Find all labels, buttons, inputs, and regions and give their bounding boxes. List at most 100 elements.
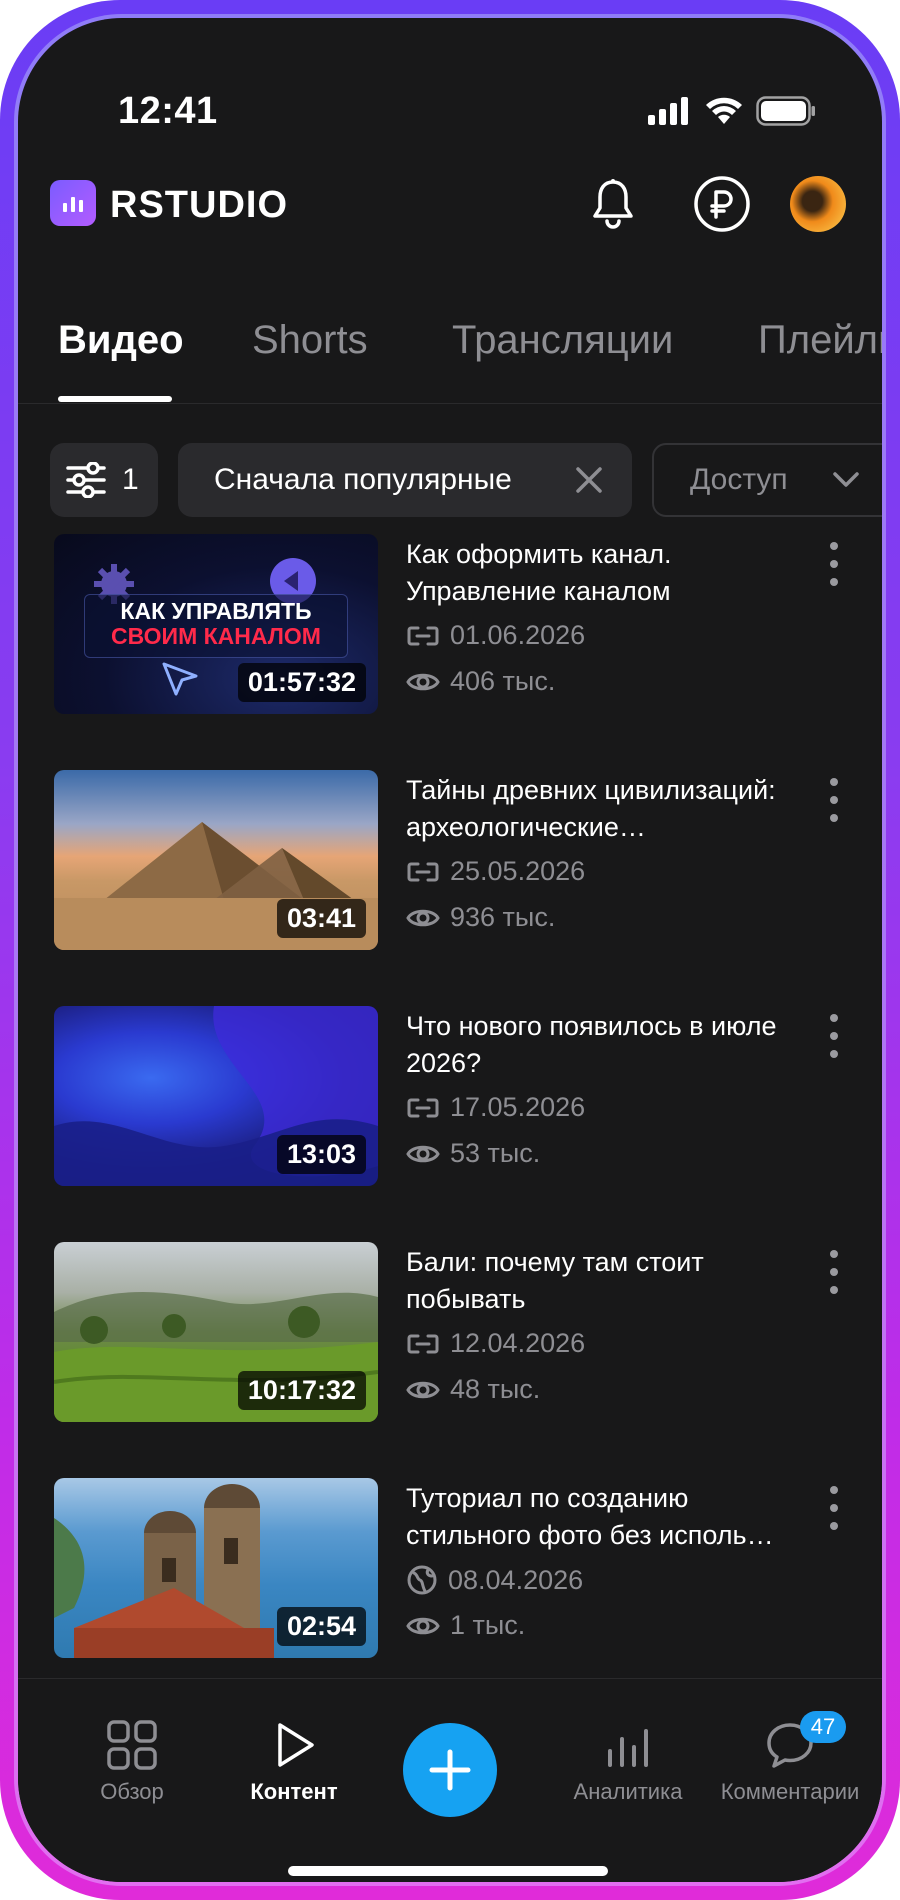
video-title[interactable]: Что нового появилось в июле 2026? [406,1008,786,1082]
eye-icon [406,1617,440,1634]
date-text: 08.04.2026 [448,1564,584,1595]
video-duration: 03:41 [276,899,366,938]
views-text: 48 тыс. [450,1374,541,1404]
link-icon [407,1098,439,1117]
cellular-signal-icon [648,97,688,125]
video-date: 17.05.2026 [406,1092,585,1123]
video-thumbnail[interactable]: 02:54 [54,1478,378,1658]
video-item[interactable]: 13:03 Что нового появилось в июле 2026? … [54,1006,882,1186]
monetization-button[interactable] [692,174,752,234]
access-dropdown[interactable]: Доступ [652,443,882,517]
tab-streams[interactable]: Трансляции [452,318,673,363]
video-title[interactable]: Туториал по созданию стильного фото без … [406,1480,786,1554]
video-views: 1 тыс. [406,1610,525,1641]
tab-playlists[interactable]: Плейлисты [758,318,882,363]
video-date: 25.05.2026 [406,856,585,887]
nav-overview-label: Обзор [100,1779,164,1804]
video-duration: 10:17:32 [237,1371,366,1410]
nav-comments[interactable]: 47 Комментарии [700,1711,880,1805]
video-thumbnail[interactable]: КАК УПРАВЛЯТЬ СВОИМ КАНАЛОМ 01:57:32 [54,534,378,714]
video-duration: 01:57:32 [237,663,366,702]
thumbnail-headline-1: КАК УПРАВЛЯТЬ [120,598,312,624]
profile-avatar[interactable] [790,176,846,232]
chevron-down-icon [833,472,859,487]
video-thumbnail[interactable]: 10:17:32 [54,1242,378,1422]
nav-analytics[interactable]: Аналитика [538,1719,718,1805]
filter-sliders-icon [66,462,106,498]
video-duration: 13:03 [276,1135,366,1174]
tab-shorts[interactable]: Shorts [252,318,368,363]
eye-icon [406,1145,440,1162]
video-date: 08.04.2026 [406,1564,583,1596]
device-bezel: 12:41 RSTUDIO Видео Shorts Трансляции Пл… [14,14,886,1886]
video-thumbnail[interactable]: 03:41 [54,770,378,950]
video-item[interactable]: КАК УПРАВЛЯТЬ СВОИМ КАНАЛОМ 01:57:32 Как… [54,534,882,714]
logo-icon [50,180,96,226]
app-screen: 12:41 RSTUDIO Видео Shorts Трансляции Пл… [18,18,882,1882]
date-text: 17.05.2026 [450,1092,586,1122]
video-views: 48 тыс. [406,1374,540,1405]
date-text: 25.05.2026 [450,856,586,886]
more-options-icon[interactable] [822,1014,846,1058]
active-tab-indicator [58,396,172,402]
notifications-button[interactable] [583,174,643,234]
more-options-icon[interactable] [822,1486,846,1530]
link-icon [407,626,439,645]
filters-button[interactable]: 1 [50,443,158,517]
video-title[interactable]: Тайны древних цивилизаций: археологическ… [406,772,786,846]
play-icon [278,1723,314,1767]
more-options-icon[interactable] [822,542,846,586]
eye-icon [406,673,440,690]
plus-icon [429,1749,471,1791]
thumbnail-headline-2: СВОИМ КАНАЛОМ [111,623,321,649]
bar-chart-icon [608,1729,648,1767]
eye-icon [406,909,440,926]
video-item[interactable]: 02:54 Туториал по созданию стильного фот… [54,1478,882,1658]
video-item[interactable]: 10:17:32 Бали: почему там стоит побывать… [54,1242,882,1422]
battery-icon [756,96,815,126]
date-text: 01.06.2026 [450,620,586,650]
ruble-icon [694,176,750,232]
more-options-icon[interactable] [822,1250,846,1294]
status-icons [648,96,816,126]
home-indicator [288,1866,608,1876]
status-bar: 12:41 [18,18,882,188]
video-date: 12.04.2026 [406,1328,585,1359]
bell-icon [593,179,633,229]
app-logo: RSTUDIO [110,184,288,226]
device-frame: 12:41 RSTUDIO Видео Shorts Трансляции Пл… [0,0,900,1900]
create-button[interactable] [403,1723,497,1817]
access-label: Доступ [690,463,788,496]
nav-content-label: Контент [250,1779,338,1804]
grid-icon [107,1720,157,1770]
content-tabs: Видео Shorts Трансляции Плейлисты [18,318,882,404]
video-title[interactable]: Бали: почему там стоит побывать [406,1244,786,1318]
sort-label: Сначала популярные [214,463,512,496]
views-text: 53 тыс. [450,1138,541,1168]
cursor-icon [162,662,198,696]
nav-analytics-label: Аналитика [573,1779,683,1804]
nav-content[interactable]: Контент [204,1719,384,1805]
views-text: 936 тыс. [450,902,556,932]
status-time: 12:41 [118,90,218,132]
video-thumbnail[interactable]: 13:03 [54,1006,378,1186]
video-date: 01.06.2026 [406,620,585,651]
bottom-navigation: Обзор Контент Аналитика 47 Комментарии [18,1678,882,1882]
date-text: 12.04.2026 [450,1328,586,1358]
video-views: 936 тыс. [406,902,555,933]
views-text: 1 тыс. [450,1610,526,1640]
nav-comments-label: Комментарии [720,1779,860,1804]
nav-overview[interactable]: Обзор [42,1719,222,1805]
comments-badge: 47 [800,1711,846,1743]
more-options-icon[interactable] [822,778,846,822]
wifi-icon [706,97,742,124]
tab-videos[interactable]: Видео [58,318,184,363]
close-icon[interactable] [574,465,604,495]
video-duration: 02:54 [276,1607,366,1646]
video-views: 406 тыс. [406,666,555,697]
video-title[interactable]: Как оформить канал. Управление каналом [406,536,786,610]
video-item[interactable]: 03:41 Тайны древних цивилизаций: археоло… [54,770,882,950]
sort-chip[interactable]: Сначала популярные [178,443,632,517]
link-icon [407,1334,439,1353]
link-icon [407,862,439,881]
